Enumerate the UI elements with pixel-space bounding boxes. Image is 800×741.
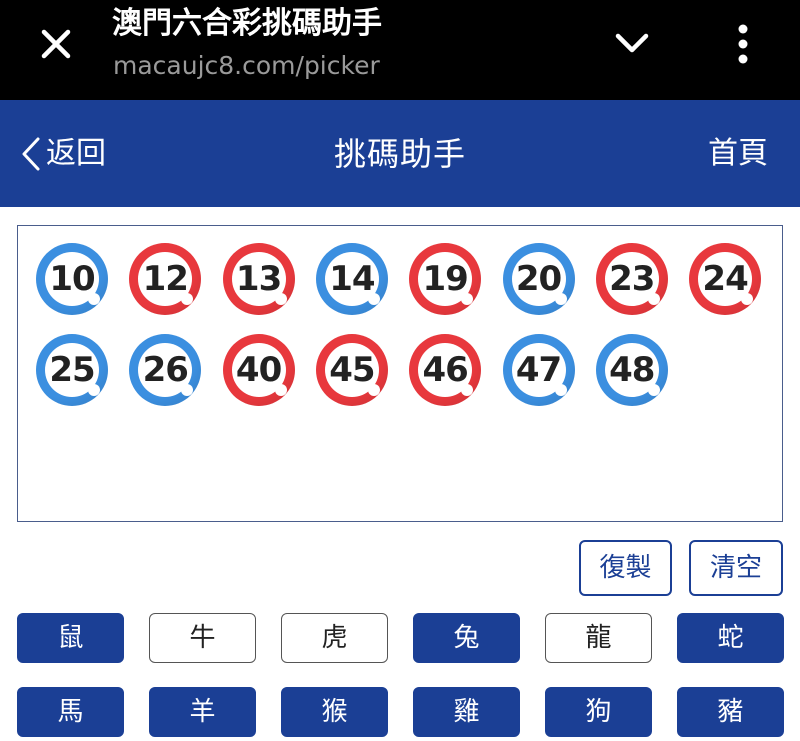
zodiac-button[interactable]: 雞 [413,687,520,737]
number-ball[interactable]: 45 [315,334,388,406]
ball-number: 47 [515,350,562,390]
ball-number: 20 [515,259,562,299]
number-ball[interactable]: 20 [502,243,575,315]
ball-number: 48 [609,350,655,390]
ball-number: 40 [235,350,282,390]
close-icon[interactable] [36,24,76,64]
ball-number: 19 [422,259,469,299]
copy-button[interactable]: 復製 [579,540,672,596]
zodiac-button[interactable]: 牛 [149,613,256,663]
zodiac-button[interactable]: 猴 [281,687,388,737]
zodiac-button[interactable]: 豬 [677,687,784,737]
number-ball[interactable]: 24 [689,243,762,315]
zodiac-button[interactable]: 馬 [17,687,124,737]
number-ball[interactable]: 46 [409,334,482,406]
number-ball[interactable]: 14 [315,243,388,315]
ball-number: 46 [422,350,469,390]
number-ball[interactable]: 47 [502,334,575,406]
number-ball[interactable]: 13 [222,243,295,315]
number-ball[interactable]: 48 [595,334,668,406]
ball-number: 25 [49,350,95,390]
zodiac-button[interactable]: 羊 [149,687,256,737]
zodiac-button[interactable]: 兔 [413,613,520,663]
selected-numbers-panel: 10 12 13 14 19 20 23 24 25 26 40 45 46 47 48 [17,225,783,522]
zodiac-button[interactable]: 狗 [545,687,652,737]
ball-number: 45 [329,350,375,390]
number-ball[interactable]: 40 [222,334,295,406]
number-ball[interactable]: 10 [36,243,108,315]
browser-toolbar: 澳門六合彩挑碼助手 macaujc8.com/picker [0,0,800,100]
home-link[interactable]: 首頁 [708,132,768,176]
number-ball[interactable]: 25 [36,334,108,406]
site-title: 澳門六合彩挑碼助手 [112,6,382,41]
ball-number: 14 [329,259,375,299]
more-options-icon[interactable] [728,22,758,66]
ball-number: 24 [702,259,748,299]
app-header: 返回 挑碼助手 首頁 [0,100,800,207]
zodiac-button[interactable]: 虎 [281,613,388,663]
zodiac-button[interactable]: 鼠 [17,613,124,663]
ball-number: 10 [49,259,95,299]
ball-number: 13 [235,259,282,299]
number-ball[interactable]: 12 [129,243,202,315]
ball-number: 12 [142,259,189,299]
site-url[interactable]: macaujc8.com/picker [113,48,380,84]
chevron-down-icon[interactable] [612,28,652,60]
number-ball[interactable]: 26 [129,334,202,406]
ball-number: 23 [609,259,655,299]
ball-number: 26 [142,350,189,390]
number-ball[interactable]: 23 [595,243,668,315]
clear-button[interactable]: 清空 [689,540,783,596]
number-ball[interactable]: 19 [409,243,482,315]
zodiac-button[interactable]: 蛇 [677,613,784,663]
page-title: 挑碼助手 [333,135,466,173]
zodiac-button[interactable]: 龍 [545,613,652,663]
